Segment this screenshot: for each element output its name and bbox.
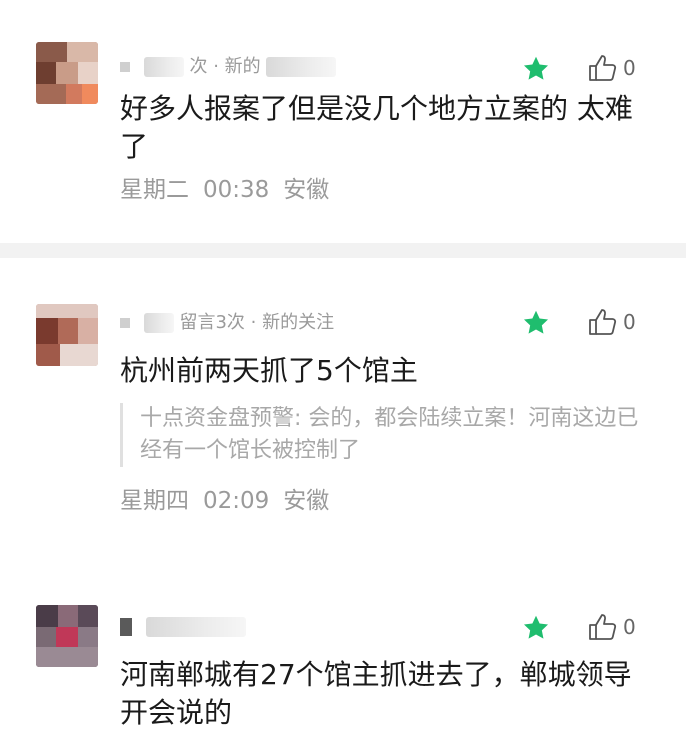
comment-meta-text: 留言3次 · 新的关注: [179, 312, 335, 333]
like-count: 0: [623, 56, 636, 80]
like-button[interactable]: 0: [588, 53, 648, 83]
comment-text: 杭州前两天抓了5个馆主: [120, 354, 418, 387]
username-redacted: [120, 62, 130, 72]
thumbs-up-icon: [589, 309, 617, 335]
comment-meta-text: 次 · 新的: [189, 56, 261, 77]
comment-time: 02:09: [203, 488, 270, 514]
username-redacted: [120, 618, 132, 636]
comment-item: 次 · 新的 0 好多人报案了但是没几个地方立案的 太难了 星期二 00:38 安徽: [0, 0, 686, 243]
quoted-reply: 十点资金盘预警: 会的，都会陆续立案！河南这边已经有一个馆长被控制了: [120, 403, 650, 467]
comment-footer: 星期四 02:09 安徽: [120, 486, 343, 516]
comment-meta: 留言3次 · 新的关注: [120, 308, 334, 338]
redacted-name: [143, 57, 184, 77]
thumbs-up-icon: [589, 614, 617, 640]
comment-text: 好多人报案了但是没几个地方立案的 太难了: [120, 92, 633, 163]
avatar[interactable]: [36, 304, 98, 366]
section-divider: [0, 243, 686, 258]
redacted-meta: [145, 617, 246, 637]
username-redacted: [120, 318, 130, 328]
comment-text: 河南郸城有27个馆主抓进去了，郸城领导开会说的: [120, 658, 632, 729]
comment-location: 安徽: [283, 177, 330, 203]
comment-day: 星期四: [120, 488, 189, 514]
like-count: 0: [623, 310, 636, 334]
like-count: 0: [623, 615, 636, 639]
thumbs-up-icon: [589, 55, 617, 81]
comment-time: 00:38: [203, 177, 270, 203]
star-icon[interactable]: [522, 55, 550, 83]
star-icon[interactable]: [522, 309, 550, 337]
redacted-name: [143, 313, 174, 333]
avatar[interactable]: [36, 605, 98, 667]
comment-footer: 星期二 00:38 安徽: [120, 175, 343, 205]
like-button[interactable]: 0: [588, 612, 648, 642]
comment-feed: 次 · 新的 0 好多人报案了但是没几个地方立案的 太难了 星期二 00:38 安徽: [0, 0, 686, 737]
comment-meta: 次 · 新的: [120, 52, 337, 82]
star-icon[interactable]: [522, 614, 550, 642]
like-button[interactable]: 0: [588, 307, 648, 337]
comment-item: 0 河南郸城有27个馆主抓进去了，郸城领导开会说的: [0, 578, 686, 737]
comment-day: 星期二: [120, 177, 189, 203]
redacted-meta: [266, 57, 337, 77]
comment-location: 安徽: [283, 488, 330, 514]
comment-meta: [120, 612, 246, 642]
avatar[interactable]: [36, 42, 98, 104]
comment-item: 留言3次 · 新的关注 0 杭州前两天抓了5个馆主 十点资金盘预警: 会的，都会…: [0, 258, 686, 578]
